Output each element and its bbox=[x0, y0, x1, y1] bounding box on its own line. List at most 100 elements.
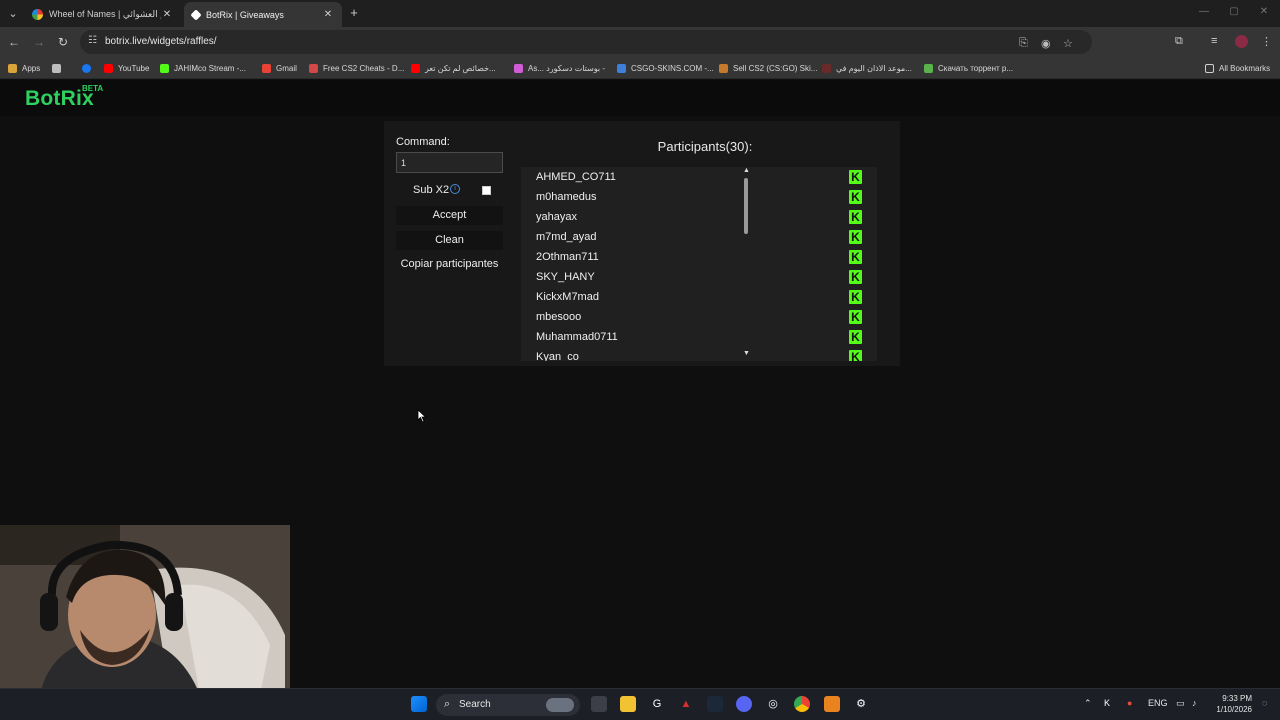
valorant-icon[interactable]: ▲ bbox=[678, 696, 694, 712]
eye-off-icon[interactable]: ◉ bbox=[1041, 37, 1051, 50]
windows-start-icon[interactable] bbox=[411, 696, 427, 712]
tab-wheel-of-names[interactable]: Wheel of Names | تيم العشوائي ✕ bbox=[24, 2, 181, 27]
settings-gear-icon[interactable]: ⚙ bbox=[853, 696, 869, 712]
discord-icon[interactable] bbox=[736, 696, 752, 712]
kick-icon: K bbox=[849, 270, 862, 284]
clean-button[interactable]: Clean bbox=[396, 231, 503, 250]
back-icon[interactable]: ← bbox=[6, 34, 22, 50]
scrollbar-thumb[interactable] bbox=[744, 178, 748, 234]
obs-icon[interactable]: ◎ bbox=[765, 696, 781, 712]
facebook-icon bbox=[82, 63, 91, 73]
youtube-icon bbox=[104, 63, 113, 73]
kick-icon: K bbox=[849, 330, 862, 344]
logitech-g-icon[interactable]: G bbox=[649, 696, 665, 712]
screen: ⌄ Wheel of Names | تيم العشوائي ✕ BotRix… bbox=[0, 0, 1280, 720]
command-input[interactable] bbox=[396, 152, 503, 173]
bookmark-jahimco[interactable]: JAHIMco Stream -... bbox=[160, 61, 246, 75]
tab-title: Wheel of Names | تيم العشوائي bbox=[49, 9, 161, 19]
participant-name: m0hamedus bbox=[536, 191, 597, 203]
copy-participants-button[interactable]: Copiar participantes bbox=[396, 258, 503, 270]
bookmark-gmail[interactable]: Gmail bbox=[262, 61, 297, 75]
volume-icon[interactable]: ♪ bbox=[1192, 698, 1197, 708]
bookmark-youtube[interactable]: YouTube bbox=[104, 61, 149, 75]
extensions-icon[interactable]: ⧉ bbox=[1175, 35, 1183, 48]
bookmarks-bar: Apps YouTube JAHIMco Stream -... Gmail F… bbox=[0, 57, 1280, 79]
site-info-icon[interactable]: ☷ bbox=[88, 35, 97, 46]
bookmark-grid[interactable] bbox=[52, 61, 66, 75]
participant-name: m7md_ayad bbox=[536, 231, 597, 243]
media-control-icon[interactable]: ≡ bbox=[1211, 35, 1217, 47]
kick-icon: K bbox=[849, 310, 862, 324]
scroll-up-arrow-icon[interactable]: ▲ bbox=[743, 167, 750, 174]
apps-grid-icon bbox=[8, 63, 17, 73]
notification-bell-icon[interactable]: ◌ bbox=[1262, 698, 1267, 708]
list-item: yahayax K bbox=[521, 207, 865, 227]
new-tab-button[interactable]: + bbox=[346, 5, 362, 21]
reload-icon[interactable]: ↻ bbox=[55, 34, 71, 50]
all-bookmarks[interactable]: All Bookmarks bbox=[1205, 61, 1270, 75]
taskbar-clock[interactable]: 9:33 PM 1/10/2026 bbox=[1212, 693, 1252, 715]
menu-kebab-icon[interactable]: ⋮ bbox=[1261, 35, 1272, 48]
list-item: Muhammad0711 K bbox=[521, 327, 865, 347]
list-item: 2Othman711 K bbox=[521, 247, 865, 267]
url-text: botrix.live/widgets/raffles/ bbox=[105, 36, 217, 47]
restore-icon[interactable]: ▢ bbox=[1224, 6, 1244, 17]
raffle-widget: Command: Sub X2 i Accept Clean Copiar pa… bbox=[384, 121, 900, 366]
tab-botrix-giveaways[interactable]: BotRix | Giveaways ✕ bbox=[184, 2, 342, 27]
bookmark-torrent[interactable]: Скачать торрент р... bbox=[924, 61, 1013, 75]
bookmark-discord-posts[interactable]: As... بوستات دسكورد - bbox=[514, 61, 605, 75]
taskbar-search[interactable]: ⌕ Search bbox=[436, 694, 580, 716]
participant-name: mbesooo bbox=[536, 311, 582, 323]
task-view-icon[interactable] bbox=[591, 696, 607, 712]
tab-title: BotRix | Giveaways bbox=[206, 9, 284, 20]
list-item: SKY_HANY K bbox=[521, 267, 865, 287]
info-icon[interactable]: i bbox=[450, 184, 460, 194]
minimize-icon[interactable]: — bbox=[1194, 6, 1214, 17]
search-label: Search bbox=[459, 699, 491, 710]
steam-icon[interactable] bbox=[707, 696, 723, 712]
language-indicator[interactable]: ENG bbox=[1148, 698, 1168, 708]
bookmark-free-cs2[interactable]: Free CS2 Cheats - D... bbox=[309, 61, 404, 75]
tab-close-icon[interactable]: ✕ bbox=[322, 9, 334, 20]
sub-x2-label: Sub X2 bbox=[413, 184, 450, 196]
bookmark-facebook[interactable] bbox=[82, 61, 96, 75]
participant-name: yahayax bbox=[536, 211, 577, 223]
kick-icon: K bbox=[849, 210, 862, 224]
browser-toolbar: ← → ↻ ☷ botrix.live/widgets/raffles/ ⎘ ◉… bbox=[0, 27, 1280, 57]
bookmark-prayer-times[interactable]: موعد الاذان اليوم في... bbox=[822, 61, 912, 75]
file-explorer-icon[interactable] bbox=[620, 696, 636, 712]
participants-list[interactable]: AHMED_CO711 K m0hamedus K yahayax K m7md_ay… bbox=[521, 167, 877, 361]
bookmark-youtube-arabic[interactable]: خصائص لم تكن تعر... bbox=[411, 61, 496, 75]
site-icon bbox=[617, 63, 626, 73]
list-item: Kyan_co K bbox=[521, 347, 865, 361]
mouse-cursor-icon bbox=[417, 409, 427, 423]
chrome-icon[interactable] bbox=[794, 696, 810, 712]
bookmark-csgo-skins[interactable]: CSGO-SKINS.COM -... bbox=[617, 61, 714, 75]
app-icon[interactable] bbox=[824, 696, 840, 712]
participants-title: Participants(30): bbox=[657, 139, 753, 154]
kick-tray-icon[interactable]: K bbox=[1104, 698, 1110, 708]
bookmark-star-icon[interactable]: ☆ bbox=[1063, 37, 1073, 50]
microphone-icon[interactable]: ● bbox=[1127, 698, 1132, 708]
network-icon[interactable]: ▭ bbox=[1176, 698, 1185, 709]
heart-icon bbox=[514, 63, 523, 73]
tab-search-chevron-icon[interactable]: ⌄ bbox=[4, 5, 22, 23]
close-window-icon[interactable]: ✕ bbox=[1254, 6, 1274, 17]
accept-button[interactable]: Accept bbox=[396, 206, 503, 225]
site-icon bbox=[924, 63, 933, 73]
botrix-favicon-icon bbox=[190, 8, 202, 21]
bookmark-apps[interactable]: Apps bbox=[8, 61, 40, 75]
translate-icon[interactable]: ⎘ bbox=[1019, 37, 1028, 50]
participant-name: SKY_HANY bbox=[536, 271, 595, 283]
search-highlight-icon bbox=[546, 698, 574, 712]
kick-icon: K bbox=[849, 170, 862, 184]
bookmark-sell-cs2[interactable]: Sell CS2 (CS:GO) Ski... bbox=[719, 61, 817, 75]
forward-icon[interactable]: → bbox=[31, 34, 47, 50]
tray-chevron-icon[interactable]: ⌃ bbox=[1084, 698, 1092, 709]
address-bar[interactable]: ☷ botrix.live/widgets/raffles/ ⎘ ◉ ☆ bbox=[80, 30, 1092, 54]
scroll-down-arrow-icon[interactable]: ▼ bbox=[743, 350, 750, 357]
tab-close-icon[interactable]: ✕ bbox=[161, 9, 173, 20]
windows-taskbar: ⌕ Search G ▲ ◎ ⚙ ⌃ K ● ENG ▭ ♪ 9:33 PM 1… bbox=[0, 688, 1280, 720]
profile-avatar[interactable] bbox=[1235, 35, 1248, 48]
sub-x2-checkbox[interactable] bbox=[482, 186, 491, 195]
